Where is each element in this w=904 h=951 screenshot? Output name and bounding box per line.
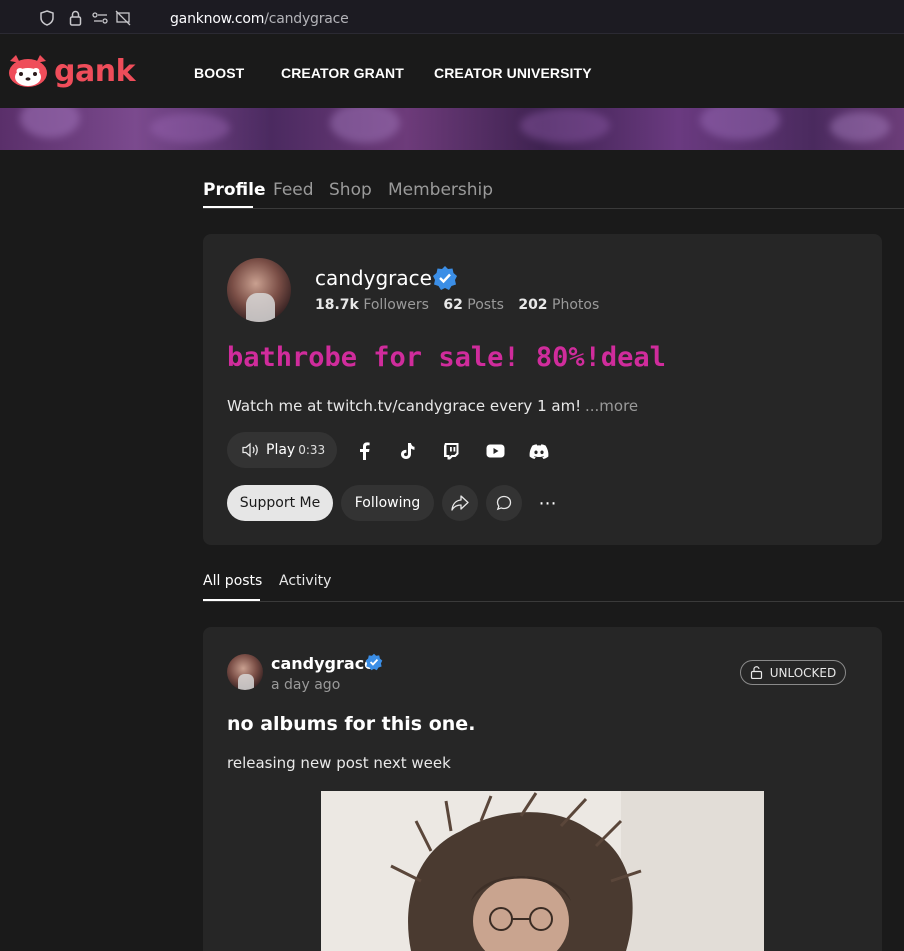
unlocked-badge: UNLOCKED (740, 660, 846, 685)
posts-tabs: All posts Activity (203, 572, 904, 602)
support-me-button[interactable]: Support Me (227, 485, 333, 521)
verified-badge-icon (432, 265, 458, 291)
lock-icon[interactable] (66, 9, 84, 27)
following-button[interactable]: Following (341, 485, 434, 521)
nav-creator-university[interactable]: CREATOR UNIVERSITY (434, 65, 592, 81)
post-timestamp: a day ago (271, 677, 341, 693)
photos-count: 202 (518, 297, 548, 313)
shield-icon[interactable] (38, 9, 56, 27)
play-duration: 0:33 (298, 443, 326, 457)
address-bar[interactable]: ganknow.com/candygrace (30, 3, 904, 31)
unlock-icon (750, 666, 762, 679)
nav-creator-grant[interactable]: CREATOR GRANT (281, 65, 404, 81)
tab-shop[interactable]: Shop (329, 180, 372, 200)
youtube-icon[interactable] (484, 440, 506, 462)
unlocked-label: UNLOCKED (769, 665, 837, 680)
tab-profile[interactable]: Profile (203, 180, 265, 200)
profile-banner (0, 108, 904, 150)
site-header: gank BOOST CREATOR GRANT CREATOR UNIVERS… (0, 35, 904, 108)
message-button[interactable] (486, 485, 522, 521)
profile-card: candygrace 18.7k Followers 62 Posts 202 … (203, 234, 882, 545)
post-username[interactable]: candygrace (271, 654, 375, 673)
active-subtab-indicator (203, 599, 260, 601)
post-verified-badge-icon (365, 653, 383, 671)
profile-stats: 18.7k Followers 62 Posts 202 Photos (315, 297, 609, 313)
followers-count: 18.7k (315, 297, 359, 313)
speaker-icon (242, 442, 258, 458)
post-title: no albums for this one. (227, 713, 476, 735)
profile-headline: bathrobe for sale! 80%!deal (227, 342, 666, 373)
share-icon (451, 495, 469, 511)
tab-feed[interactable]: Feed (273, 180, 314, 200)
photos-label: Photos (552, 297, 600, 313)
nav-boost[interactable]: BOOST (194, 65, 244, 81)
facebook-icon[interactable] (353, 440, 375, 462)
gank-logo[interactable]: gank (6, 53, 136, 89)
bio-more-link[interactable]: ...more (585, 397, 638, 415)
browser-toolbar: ganknow.com/candygrace (0, 0, 904, 34)
logo-text: gank (54, 53, 136, 89)
active-tab-indicator (203, 206, 253, 208)
red-panda-icon (9, 55, 47, 87)
play-audio-button[interactable]: Play 0:33 (227, 432, 337, 468)
posts-count: 62 (443, 297, 463, 313)
play-label: Play (266, 442, 296, 458)
followers-label: Followers (363, 297, 429, 313)
discord-icon[interactable] (528, 440, 550, 462)
posts-label: Posts (467, 297, 504, 313)
post-avatar[interactable] (227, 654, 263, 690)
permissions-icon[interactable] (92, 9, 110, 27)
profile-username: candygrace (315, 266, 432, 290)
post-image[interactable] (321, 791, 764, 951)
profile-bio: Watch me at twitch.tv/candygrace every 1… (227, 397, 582, 415)
tracking-blocked-icon[interactable] (114, 9, 132, 27)
avatar[interactable] (227, 258, 291, 322)
tab-activity[interactable]: Activity (279, 573, 331, 589)
twitch-icon[interactable] (440, 440, 462, 462)
post-body: releasing new post next week (227, 754, 451, 772)
post-card: candygrace a day ago UNLOCKED no albums … (203, 627, 882, 951)
chat-bubble-icon (496, 495, 512, 511)
more-options-button[interactable]: ⋯ (533, 485, 563, 521)
tab-all-posts[interactable]: All posts (203, 573, 262, 589)
tab-membership[interactable]: Membership (388, 180, 493, 200)
profile-tabs: Profile Feed Shop Membership (203, 180, 904, 209)
tiktok-icon[interactable] (396, 440, 418, 462)
url-text[interactable]: ganknow.com/candygrace (170, 11, 349, 27)
share-button[interactable] (442, 485, 478, 521)
